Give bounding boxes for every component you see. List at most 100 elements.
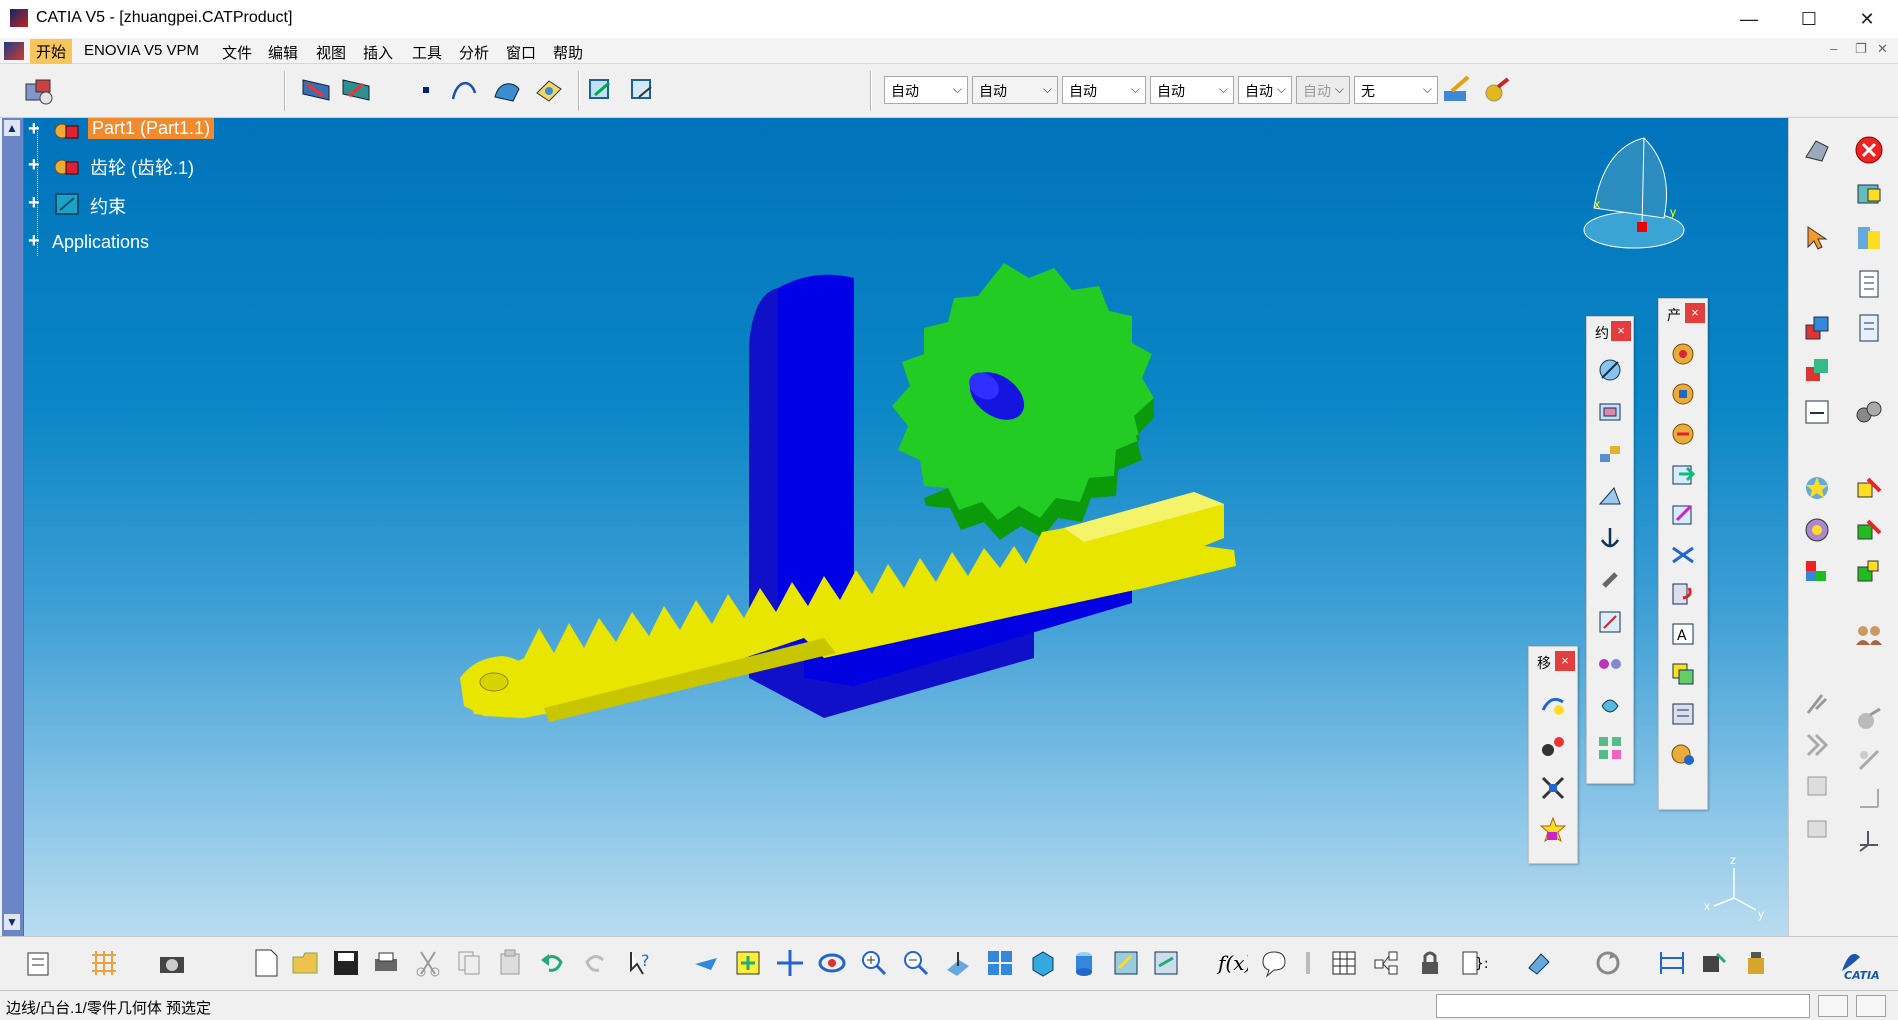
new-file-icon[interactable]: [250, 947, 282, 979]
command-list-icon[interactable]: [1818, 995, 1848, 1017]
format-painter-icon[interactable]: [1442, 74, 1474, 106]
knowledge-icon[interactable]: [1258, 947, 1290, 979]
weld-icon[interactable]: [1853, 704, 1885, 736]
filter-icon[interactable]: [1801, 812, 1833, 844]
normal-view-icon[interactable]: [942, 947, 974, 979]
contact-icon[interactable]: [1593, 395, 1627, 429]
capture-icon[interactable]: [1801, 770, 1833, 802]
formula-icon[interactable]: f(x): [1216, 947, 1248, 979]
iso-view-icon[interactable]: [1026, 947, 1058, 979]
sectioning-icon[interactable]: [1801, 312, 1833, 344]
new-product-icon[interactable]: [1666, 377, 1700, 411]
exit-workbench-icon[interactable]: [1853, 134, 1885, 166]
zoom-in-icon[interactable]: [858, 947, 890, 979]
menu-file[interactable]: 文件: [222, 42, 252, 63]
doc-close-button[interactable]: ✕: [1877, 41, 1888, 57]
swap-visible-space-icon[interactable]: [1150, 947, 1182, 979]
fly-mode-icon[interactable]: [300, 74, 332, 106]
menu-help[interactable]: 帮助: [553, 42, 583, 63]
coincidence-icon[interactable]: [1593, 353, 1627, 387]
measure-inertia-icon[interactable]: [1740, 947, 1772, 979]
menu-start[interactable]: 开始: [30, 39, 73, 64]
parameter-icon[interactable]: [1370, 947, 1402, 979]
catalog-icon[interactable]: }:: [1458, 947, 1490, 979]
constraints-palette-close-icon[interactable]: ×: [1611, 321, 1631, 341]
fix-together-icon[interactable]: [1593, 563, 1627, 597]
maximize-button[interactable]: ☐: [1780, 0, 1838, 38]
product-data-icon[interactable]: [1853, 312, 1885, 344]
render-icon[interactable]: [1801, 472, 1833, 504]
quick-constraint-icon[interactable]: [1593, 605, 1627, 639]
open-folder-icon[interactable]: [290, 947, 322, 979]
scroll-up-arrow-icon[interactable]: ▲: [4, 120, 20, 136]
insert-catalog-icon[interactable]: [1853, 472, 1885, 504]
users-icon[interactable]: [1853, 618, 1885, 650]
fit-all-in-icon[interactable]: [732, 947, 764, 979]
stop-command-icon[interactable]: [1856, 995, 1886, 1017]
transparency-combo[interactable]: 自动 ⌵: [972, 76, 1058, 104]
menu-window[interactable]: 窗口: [506, 42, 536, 63]
point-icon[interactable]: [410, 74, 442, 106]
doc-minimize-button[interactable]: –: [1830, 41, 1837, 56]
whats-this-icon[interactable]: ?: [624, 947, 656, 979]
tolerance-icon[interactable]: [1853, 744, 1885, 776]
sketch-icon[interactable]: [584, 74, 616, 106]
command-input[interactable]: [1436, 994, 1810, 1018]
save-icon[interactable]: [330, 947, 362, 979]
refresh-icon[interactable]: [1592, 947, 1624, 979]
update-icon[interactable]: [22, 947, 54, 979]
replace-component-icon[interactable]: [1666, 537, 1700, 571]
walk-mode-icon[interactable]: [340, 74, 372, 106]
cut-icon[interactable]: [412, 947, 444, 979]
move-palette-close-icon[interactable]: ×: [1555, 651, 1575, 671]
eraser-icon[interactable]: [1522, 947, 1554, 979]
generate-numbering-icon[interactable]: A: [1666, 617, 1700, 651]
flexible-rigid-icon[interactable]: [1593, 647, 1627, 681]
redo-icon[interactable]: [580, 947, 612, 979]
3d-viewport[interactable]: + Part1 (Part1.1) + 齿轮 (齿轮.1) + 约束 + App…: [24, 118, 1788, 936]
layer-combo[interactable]: 无 ⌵: [1354, 76, 1438, 104]
paste-icon[interactable]: [494, 947, 526, 979]
minimize-button[interactable]: —: [1720, 0, 1778, 38]
catalog-browser-icon[interactable]: [1853, 178, 1885, 210]
graphic-properties-icon[interactable]: [1482, 74, 1514, 106]
explode-icon[interactable]: [1536, 771, 1570, 805]
assembly-features-icon[interactable]: [1801, 134, 1833, 166]
shading-icon[interactable]: [1068, 947, 1100, 979]
measure-item-icon[interactable]: [1698, 947, 1730, 979]
space-analysis-icon[interactable]: [1853, 222, 1885, 254]
offset-icon[interactable]: [1593, 437, 1627, 471]
select-arrow-icon[interactable]: [1801, 222, 1833, 254]
manipulation-icon[interactable]: [1536, 687, 1570, 721]
bill-of-material-icon[interactable]: [1853, 268, 1885, 300]
fly-icon[interactable]: [690, 947, 722, 979]
zoom-out-icon[interactable]: [900, 947, 932, 979]
undo-icon[interactable]: [536, 947, 568, 979]
snap-icon[interactable]: [1536, 729, 1570, 763]
multi-view-icon[interactable]: [984, 947, 1016, 979]
fastening-icon[interactable]: [1801, 514, 1833, 546]
copy-icon[interactable]: [454, 947, 486, 979]
view-scheme-icon[interactable]: [1801, 728, 1833, 760]
camera-icon[interactable]: [156, 947, 188, 979]
line-type-combo[interactable]: 自动 ⌵: [1150, 76, 1234, 104]
scenes-icon[interactable]: [1801, 556, 1833, 588]
color-combo[interactable]: 自动 ⌵: [884, 76, 968, 104]
new-component-icon[interactable]: [1666, 337, 1700, 371]
reuse-pattern-icon[interactable]: [1593, 731, 1627, 765]
measure-between-icon[interactable]: [1656, 947, 1688, 979]
fix-anchor-icon[interactable]: [1593, 521, 1627, 555]
constraint-grid-icon[interactable]: [88, 947, 120, 979]
publish-icon[interactable]: [1853, 514, 1885, 546]
menu-view[interactable]: 视图: [316, 42, 346, 63]
mechanism-icon[interactable]: [1853, 396, 1885, 428]
axis-system-icon[interactable]: [1853, 824, 1885, 856]
point-symbol-combo[interactable]: 自动 ⌵: [1238, 76, 1292, 104]
annotation-icon[interactable]: [1801, 688, 1833, 720]
product-palette-close-icon[interactable]: ×: [1685, 303, 1705, 323]
angle-icon[interactable]: [1593, 479, 1627, 513]
gear-rack-model[interactable]: [24, 118, 1788, 936]
manage-representations-icon[interactable]: [1666, 697, 1700, 731]
multi-instantiation-icon[interactable]: [1666, 737, 1700, 771]
rotate-icon[interactable]: [816, 947, 848, 979]
